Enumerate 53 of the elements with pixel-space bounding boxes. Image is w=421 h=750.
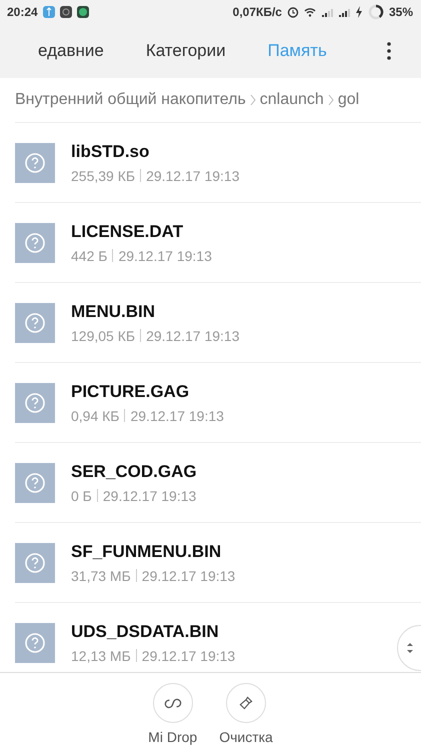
file-date: 29.12.17 19:13 (146, 168, 240, 184)
battery-icon (368, 4, 384, 20)
action-button[interactable] (152, 683, 193, 723)
file-name[interactable]: SF_FUNMENU.BIN (71, 542, 236, 562)
unknown-file-icon (15, 302, 55, 342)
chevron-icon (250, 93, 256, 107)
file-name[interactable]: SER_COD.GAG (71, 462, 197, 482)
alarm-icon (286, 6, 299, 18)
wifi-icon (304, 6, 316, 18)
file-name[interactable]: UDS_DSDATA.BIN (71, 622, 236, 642)
file-name[interactable]: MENU.BIN (71, 302, 240, 322)
battery-percent: 35% (388, 5, 413, 19)
file-name[interactable]: PICTURE.GAG (71, 382, 224, 402)
app-icon (60, 6, 72, 18)
brush-icon (237, 695, 255, 711)
file-size: 255,39 КБ (71, 168, 136, 184)
tab[interactable]: Категории (146, 41, 226, 61)
more-menu-icon[interactable] (387, 42, 391, 60)
signal-icon (320, 6, 333, 18)
chevron-icon (328, 93, 334, 107)
action-button[interactable] (226, 683, 266, 723)
file-size: 0,94 КБ (71, 408, 120, 424)
usb-icon (42, 6, 55, 18)
file-size: 442 Б (71, 248, 108, 264)
file-date: 29.12.17 19:13 (130, 408, 224, 424)
file-size: 0 Б (71, 488, 92, 504)
tab[interactable]: едавние (38, 41, 104, 61)
action-label: Очистка (219, 729, 273, 745)
breadcrumb-item[interactable]: Внутренний общий накопитель (15, 91, 246, 109)
action-label: Mi Drop (148, 729, 198, 745)
file-date: 29.12.17 19:13 (142, 568, 236, 584)
charging-icon (354, 6, 363, 18)
unknown-file-icon (15, 622, 55, 662)
breadcrumb-item[interactable]: gol (338, 91, 360, 109)
breadcrumb-item[interactable]: cnlaunch (260, 91, 324, 109)
file-size: 129,05 КБ (71, 328, 136, 344)
file-date: 29.12.17 19:13 (102, 488, 196, 504)
up-down-arrows-icon (406, 642, 414, 654)
file-date: 29.12.17 19:13 (118, 248, 212, 264)
unknown-file-icon (15, 222, 55, 262)
file-size: 31,73 МБ (71, 568, 131, 584)
file-size: 12,13 МБ (71, 648, 131, 664)
clock: 20:24 (7, 5, 38, 19)
file-name[interactable]: LICENSE.DAT (71, 222, 212, 242)
unknown-file-icon (15, 382, 55, 422)
file-name[interactable]: libSTD.so (71, 142, 240, 162)
signal-icon (338, 6, 350, 18)
unknown-file-icon (15, 462, 55, 502)
file-date: 29.12.17 19:13 (146, 328, 240, 344)
file-date: 29.12.17 19:13 (142, 648, 236, 664)
unknown-file-icon (15, 142, 55, 182)
unknown-file-icon (15, 542, 55, 582)
network-speed: 0,07КБ/с (232, 5, 282, 19)
